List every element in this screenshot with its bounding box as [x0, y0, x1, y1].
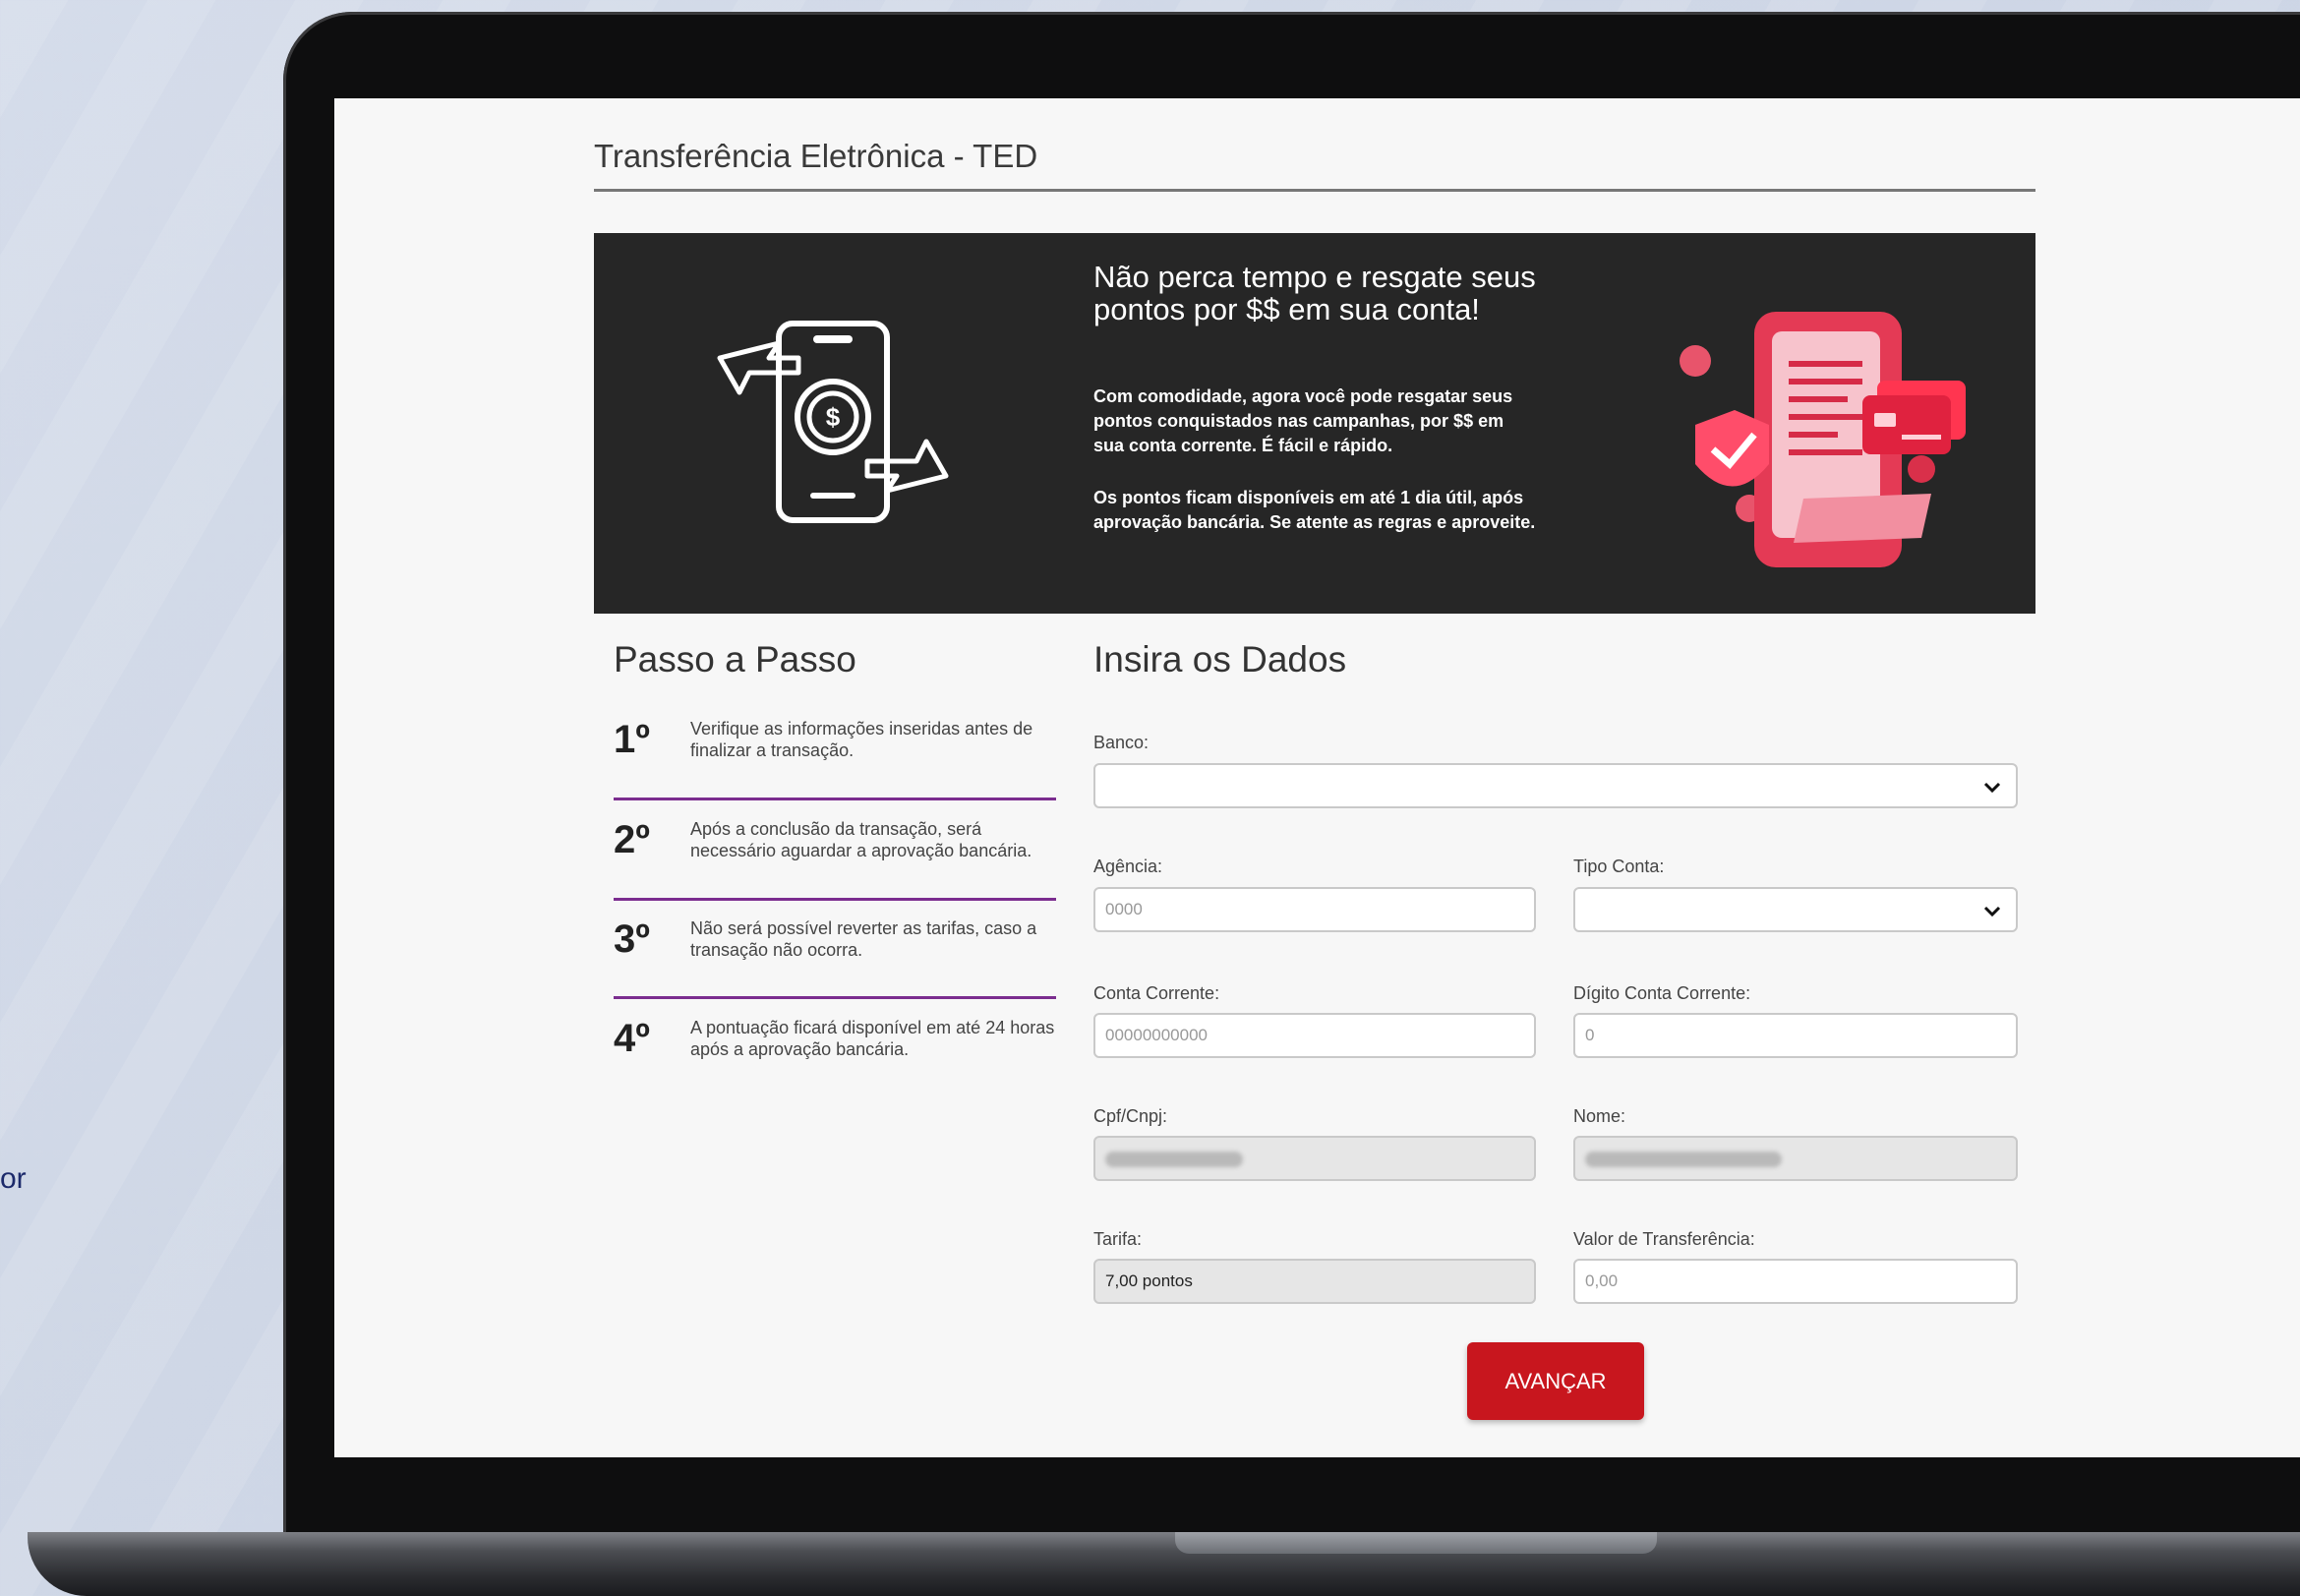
- conta-corrente-input[interactable]: 00000000000: [1093, 1013, 1536, 1058]
- title-divider: [594, 189, 2035, 192]
- step-divider: [614, 798, 1056, 800]
- promo-banner: $ Não perca tempo e resgate seus pontos …: [594, 233, 2035, 614]
- step-divider: [614, 898, 1056, 901]
- phone-money-transfer-icon: $: [717, 321, 949, 523]
- step-text: A pontuação ficará disponível em até 24 …: [690, 1018, 1055, 1059]
- nome-label: Nome:: [1573, 1106, 1626, 1126]
- avancar-button[interactable]: AVANÇAR: [1467, 1342, 1644, 1420]
- redacted-value: [1105, 1151, 1243, 1167]
- redacted-value: [1585, 1151, 1782, 1167]
- phone-receipt-card-illustration: [1680, 312, 1966, 567]
- chevron-down-icon: [1983, 782, 2001, 794]
- step-text: Verifique as informações inseridas antes…: [690, 719, 1033, 760]
- banco-select[interactable]: [1093, 763, 2018, 808]
- tipo-conta-label: Tipo Conta:: [1573, 857, 1665, 876]
- tipo-conta-select[interactable]: [1573, 887, 2018, 932]
- tarifa-field: 7,00 pontos: [1093, 1259, 1536, 1304]
- conta-corrente-label: Conta Corrente:: [1093, 983, 1220, 1003]
- valor-input[interactable]: 0,00: [1573, 1259, 2018, 1304]
- step-text: Após a conclusão da transação, será nece…: [690, 819, 1032, 860]
- banner-paragraph: Com comodidade, agora você pode resgatar…: [1093, 386, 1513, 455]
- tarifa-label: Tarifa:: [1093, 1229, 1143, 1249]
- chevron-down-icon: [1983, 906, 2001, 917]
- step-number: 2º: [614, 818, 650, 861]
- banner-heading: Não perca tempo e resgate seus pontos po…: [1093, 260, 1536, 326]
- svg-text:$: $: [826, 402, 841, 432]
- step-divider: [614, 996, 1056, 999]
- step-text: Não será possível reverter as tarifas, c…: [690, 918, 1037, 960]
- step-number: 1º: [614, 718, 650, 761]
- cpf-label: Cpf/Cnpj:: [1093, 1106, 1168, 1126]
- page-title: Transferência Eletrônica - TED: [594, 138, 1038, 174]
- agencia-label: Agência:: [1093, 857, 1163, 876]
- laptop-screen: Transferência Eletrônica - TED $ Não per…: [334, 98, 2300, 1457]
- laptop-base: [28, 1532, 2300, 1596]
- valor-label: Valor de Transferência:: [1573, 1229, 1755, 1249]
- laptop-notch: [1175, 1532, 1657, 1554]
- banco-label: Banco:: [1093, 733, 1150, 752]
- digito-input[interactable]: 0: [1573, 1013, 2018, 1058]
- step-number: 3º: [614, 917, 650, 961]
- side-text-fragment: or: [0, 1162, 27, 1195]
- digito-label: Dígito Conta Corrente:: [1573, 983, 1751, 1003]
- agencia-input[interactable]: 0000: [1093, 887, 1536, 932]
- step-number: 4º: [614, 1017, 650, 1060]
- form-title: Insira os Dados: [1093, 639, 1347, 680]
- banner-paragraph: Os pontos ficam disponíveis em até 1 dia…: [1093, 488, 1536, 532]
- cpf-field: [1093, 1136, 1536, 1181]
- steps-title: Passo a Passo: [614, 639, 856, 680]
- nome-field: [1573, 1136, 2018, 1181]
